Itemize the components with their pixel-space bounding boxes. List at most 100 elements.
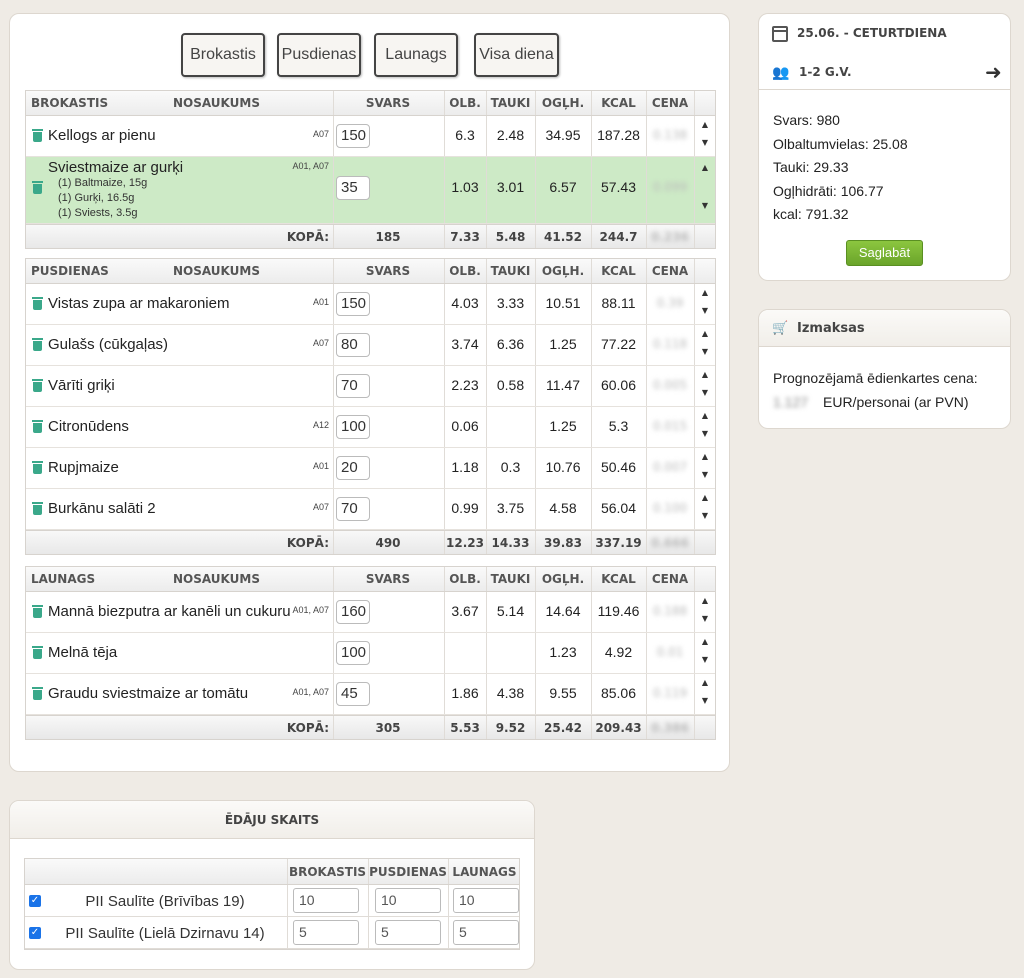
dish-name: Graudu sviestmaize ar tomātu (48, 685, 249, 702)
cell-kcal: 85.06 (600, 685, 637, 701)
count-input[interactable]: 5 (375, 920, 441, 945)
allergen-codes: A01, A07 (292, 605, 329, 615)
weight-input[interactable]: 100 (336, 415, 370, 439)
total-tauki: 9.52 (495, 721, 526, 735)
cell-price: 0.118 (652, 337, 688, 351)
tab-visa-diena[interactable]: Visa diena (474, 33, 559, 77)
dish-name: Sviestmaize ar gurķi (48, 159, 184, 176)
weight-input[interactable]: 160 (336, 600, 370, 624)
counts-table-header: BROKASTIS PUSDIENAS LAUNAGS (25, 859, 519, 885)
weight-input[interactable]: 35 (336, 176, 370, 200)
dish-name: Mannā biezputra ar kanēli un cukuru (48, 603, 291, 620)
move-down-icon[interactable]: ▼ (696, 429, 714, 438)
location-checkbox[interactable]: ✓ (29, 927, 41, 939)
cell-olb: 1.86 (451, 685, 479, 701)
cell-price: 0.39 (656, 296, 684, 310)
tab-brokastis[interactable]: Brokastis (181, 33, 265, 77)
count-input[interactable]: 10 (375, 888, 441, 913)
allergen-codes: A01, A07 (292, 161, 329, 171)
trash-icon[interactable] (32, 338, 43, 351)
trash-icon[interactable] (32, 297, 43, 310)
move-down-icon[interactable]: ▼ (696, 306, 714, 315)
meal-table-header: LAUNAGS NOSAUKUMS SVARS OLB. TAUKI OGĻH. KCAL C… (26, 567, 715, 592)
cell-oglh: 11.47 (546, 377, 580, 393)
dish-name: Vistas zupa ar makaroniem (48, 295, 230, 312)
move-up-icon[interactable]: ▲ (696, 411, 714, 420)
move-down-icon[interactable]: ▼ (696, 655, 714, 664)
trash-icon[interactable] (32, 646, 43, 659)
col-name: NOSAUKUMS (173, 96, 260, 110)
meal-table-header: BROKASTIS NOSAUKUMS SVARS OLB. TAUKI OGĻH. KCA… (26, 91, 715, 116)
move-down-icon[interactable]: ▼ (696, 201, 714, 210)
trash-icon[interactable] (32, 605, 43, 618)
eater-count-panel: ĒDĀJU SKAITS BROKASTIS PUSDIENAS LAUNAGS… (9, 800, 535, 970)
costs-value: 1.127 (773, 394, 809, 410)
move-up-icon[interactable]: ▲ (696, 452, 714, 461)
trash-icon[interactable] (32, 181, 43, 194)
trash-icon[interactable] (32, 461, 43, 474)
meal-title: BROKASTIS (31, 96, 109, 110)
col-kcal: KCAL (601, 264, 636, 278)
move-up-icon[interactable]: ▲ (696, 120, 714, 129)
total-kcal: 244.7 (599, 230, 638, 244)
count-input[interactable]: 10 (453, 888, 519, 913)
trash-icon[interactable] (32, 379, 43, 392)
meal-table-pusdienas: PUSDIENAS NOSAUKUMS SVARS OLB. TAUKI OGĻH. KCA… (25, 258, 716, 555)
trash-icon[interactable] (32, 687, 43, 700)
counts-row: ✓ PII Saulīte (Lielā Dzirnavu 14) 5 5 5 (25, 917, 519, 949)
move-up-icon[interactable]: ▲ (696, 637, 714, 646)
move-down-icon[interactable]: ▼ (696, 138, 714, 147)
cell-oglh: 1.25 (549, 336, 577, 352)
move-up-icon[interactable]: ▲ (696, 288, 714, 297)
weight-input[interactable]: 70 (336, 497, 370, 521)
move-down-icon[interactable]: ▼ (696, 470, 714, 479)
trash-icon[interactable] (32, 502, 43, 515)
calendar-icon (772, 26, 788, 42)
weight-input[interactable]: 70 (336, 374, 370, 398)
tab-pusdienas[interactable]: Pusdienas (277, 33, 361, 77)
count-input[interactable]: 5 (453, 920, 519, 945)
move-up-icon[interactable]: ▲ (696, 163, 714, 172)
weight-input[interactable]: 150 (336, 124, 370, 148)
trash-icon[interactable] (32, 129, 43, 142)
col-svars: SVARS (365, 264, 411, 278)
cell-olb: 0.06 (451, 418, 479, 434)
col-name: NOSAUKUMS (173, 264, 260, 278)
move-down-icon[interactable]: ▼ (696, 511, 714, 520)
cell-oglh: 1.25 (549, 418, 577, 434)
table-row: Graudu sviestmaize ar tomātu A01, A07 45 1.… (26, 674, 715, 715)
allergen-codes: A01 (312, 297, 329, 307)
move-up-icon[interactable]: ▲ (696, 596, 714, 605)
move-up-icon[interactable]: ▲ (696, 678, 714, 687)
cell-oglh: 1.23 (549, 644, 577, 660)
trash-icon[interactable] (32, 420, 43, 433)
cell-oglh: 34.95 (545, 127, 581, 143)
cell-kcal: 119.46 (597, 603, 640, 619)
location-checkbox[interactable]: ✓ (29, 895, 41, 907)
summary-group: 1-2 G.V. (799, 65, 852, 79)
weight-input[interactable]: 45 (336, 682, 370, 706)
count-input[interactable]: 5 (293, 920, 359, 945)
weight-input[interactable]: 20 (336, 456, 370, 480)
move-down-icon[interactable]: ▼ (696, 614, 714, 623)
menu-panel: Brokastis Pusdienas Launags Visa diena B… (9, 13, 730, 772)
save-button[interactable]: Saglabāt (846, 240, 923, 266)
col-oglh: OGĻH. (541, 264, 585, 278)
move-down-icon[interactable]: ▼ (696, 388, 714, 397)
move-down-icon[interactable]: ▼ (696, 347, 714, 356)
allergen-codes: A07 (312, 129, 329, 139)
cell-price: 0.188 (652, 604, 688, 618)
arrow-right-icon[interactable]: ➜ (985, 60, 1002, 84)
count-input[interactable]: 10 (293, 888, 359, 913)
tab-launags[interactable]: Launags (374, 33, 458, 77)
move-up-icon[interactable]: ▲ (696, 493, 714, 502)
move-up-icon[interactable]: ▲ (696, 329, 714, 338)
weight-input[interactable]: 100 (336, 641, 370, 665)
weight-input[interactable]: 150 (336, 292, 370, 316)
move-up-icon[interactable]: ▲ (696, 370, 714, 379)
dish-name: Gulašs (cūkgaļas) (48, 336, 169, 353)
summary-svars: Svars: 980 (773, 112, 840, 128)
move-down-icon[interactable]: ▼ (696, 696, 714, 705)
weight-input[interactable]: 80 (336, 333, 370, 357)
table-row: Mannā biezputra ar kanēli un cukuru A01, … (26, 592, 715, 633)
